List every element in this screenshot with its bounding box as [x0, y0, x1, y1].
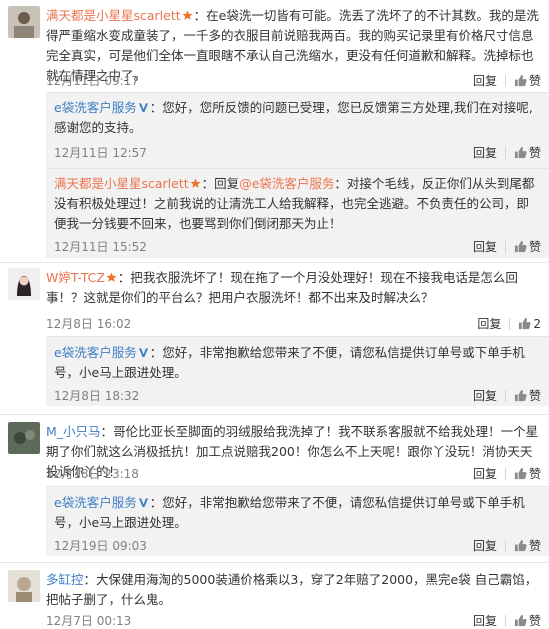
thumbs-up-icon — [514, 389, 527, 402]
avatar[interactable] — [8, 570, 40, 602]
comment-divider — [0, 414, 549, 415]
avatar[interactable] — [8, 6, 40, 38]
action-divider — [504, 389, 506, 402]
comment-item: W婷T-TCZ ：把我衣服洗坏了！现在拖了一个月没处理好！现在不接我电话是怎么回事… — [0, 266, 549, 408]
reply-button[interactable]: 回复 — [473, 144, 497, 161]
reply-time: 12月11日 15:52 — [54, 240, 147, 254]
comment-body: 多缸控：大保健用海淘的5000装通价格乘以3，穿了2年赔了2000，黑完e袋 自… — [46, 572, 538, 607]
thumbs-up-icon — [514, 146, 527, 159]
star-badge-icon — [106, 272, 117, 282]
verified-icon — [138, 348, 148, 358]
thumbs-up-icon — [514, 240, 527, 253]
comment-item: M_小只马：哥伦比亚长至脚面的羽绒服给我洗掉了！我不联系客服就不给我处理！一个星… — [0, 418, 549, 558]
comment-meta: 12月11日 09:17 回复 赞 — [46, 72, 541, 90]
action-divider — [504, 146, 506, 159]
like-count: 2 — [533, 316, 541, 331]
reply-time: 12月11日 12:57 — [54, 146, 147, 160]
reply-username[interactable]: e袋洗客户服务 — [54, 100, 137, 115]
reply-meta: 12月19日 09:03 回复 赞 — [54, 537, 541, 555]
reply-username[interactable]: e袋洗客户服务 — [54, 495, 137, 510]
comment-username[interactable]: M_小只马 — [46, 424, 101, 439]
reply-meta: 12月11日 15:52 回复 赞 — [54, 238, 541, 256]
reply-time: 12月8日 18:32 — [54, 389, 140, 403]
comment-body: W婷T-TCZ ：把我衣服洗坏了！现在拖了一个月没处理好！现在不接我电话是怎么回事… — [46, 270, 518, 305]
comment-meta: 12月7日 00:13 回复 赞 — [46, 612, 541, 629]
mention-link[interactable]: @e袋洗客户服务 — [239, 176, 334, 191]
avatar[interactable] — [8, 422, 40, 454]
verified-icon — [138, 498, 148, 508]
comment-username[interactable]: W婷T-TCZ — [46, 270, 105, 285]
comment-item: 满天都是小星星scarlett ：在e袋洗一切皆有可能。洗丢了洗坏了的不计其数。我… — [0, 0, 549, 258]
comment-item: 多缸控：大保健用海淘的5000装通价格乘以3，穿了2年赔了2000，黑完e袋 自… — [0, 566, 549, 629]
reply-username[interactable]: e袋洗客户服务 — [54, 345, 137, 360]
reply-username[interactable]: 满天都是小星星scarlett — [54, 176, 189, 191]
like-button[interactable]: 赞 — [514, 72, 541, 89]
comment-meta: 12月8日 16:02 回复 2 — [46, 315, 541, 333]
verified-icon — [138, 103, 148, 113]
comment-time: 12月8日 16:02 — [46, 317, 132, 331]
star-badge-icon — [182, 10, 193, 20]
comment-time: 12月7日 00:13 — [46, 614, 132, 628]
like-button[interactable]: 赞 — [514, 387, 541, 404]
like-label: 赞 — [528, 467, 541, 481]
reply-item: e袋洗客户服务 ：您好，非常抱歉给您带来了不便，请您私信提供订单号或下单手机号，小… — [46, 336, 549, 406]
thumbs-up-icon — [514, 614, 527, 627]
reply-button[interactable]: 回复 — [473, 387, 497, 404]
action-divider — [504, 614, 506, 627]
action-divider — [504, 240, 506, 253]
thumbs-up-icon — [519, 317, 531, 330]
like-button[interactable]: 赞 — [514, 465, 541, 482]
like-label: 赞 — [528, 539, 541, 553]
reply-button[interactable]: 回复 — [477, 315, 501, 332]
like-label: 赞 — [528, 614, 541, 628]
comment-divider — [0, 262, 549, 263]
thumbs-up-icon — [514, 74, 527, 87]
reply-item: e袋洗客户服务 ：您好，您所反馈的问题已受理，您已反馈第三方处理,我们在对接呢,感… — [46, 92, 549, 168]
like-button[interactable]: 2 — [518, 317, 541, 331]
reply-item: 满天都是小星星scarlett ：回复@e袋洗客户服务：对接个毛线，反正你们从头到… — [46, 168, 549, 258]
reply-meta: 12月8日 18:32 回复 赞 — [54, 387, 541, 405]
action-divider — [504, 74, 506, 87]
action-divider — [509, 317, 511, 330]
comment-meta: 12月18日 23:18 回复 赞 — [46, 465, 541, 483]
thumbs-up-icon — [514, 467, 527, 480]
reply-time: 12月19日 09:03 — [54, 539, 147, 553]
reply-meta: 12月11日 12:57 回复 赞 — [54, 144, 541, 162]
avatar[interactable] — [8, 268, 40, 300]
reply-item: e袋洗客户服务 ：您好，非常抱歉给您带来了不便，请您私信提供订单号或下单手机号，小… — [46, 486, 549, 556]
like-label: 赞 — [528, 74, 541, 88]
like-label: 赞 — [528, 240, 541, 254]
reply-button[interactable]: 回复 — [473, 465, 497, 482]
comment-username[interactable]: 满天都是小星星scarlett — [46, 8, 181, 23]
like-button[interactable]: 赞 — [514, 612, 541, 629]
like-label: 赞 — [528, 389, 541, 403]
comment-username[interactable]: 多缸控 — [46, 572, 84, 587]
like-label: 赞 — [528, 146, 541, 160]
comment-text: 大保健用海淘的5000装通价格乘以3，穿了2年赔了2000，黑完e袋 自己霸馅，… — [46, 572, 538, 607]
reply-button[interactable]: 回复 — [473, 537, 497, 554]
action-divider — [504, 539, 506, 552]
like-button[interactable]: 赞 — [514, 144, 541, 161]
reply-prefix: 回复 — [214, 176, 240, 191]
star-badge-icon — [190, 178, 201, 188]
comment-divider — [0, 562, 549, 563]
like-button[interactable]: 赞 — [514, 238, 541, 255]
comment-time: 12月11日 09:17 — [46, 74, 139, 88]
comment-time: 12月18日 23:18 — [46, 467, 139, 481]
reply-button[interactable]: 回复 — [473, 612, 497, 629]
reply-button[interactable]: 回复 — [473, 72, 497, 89]
action-divider — [504, 467, 506, 480]
like-button[interactable]: 赞 — [514, 537, 541, 554]
thumbs-up-icon — [514, 539, 527, 552]
reply-button[interactable]: 回复 — [473, 238, 497, 255]
